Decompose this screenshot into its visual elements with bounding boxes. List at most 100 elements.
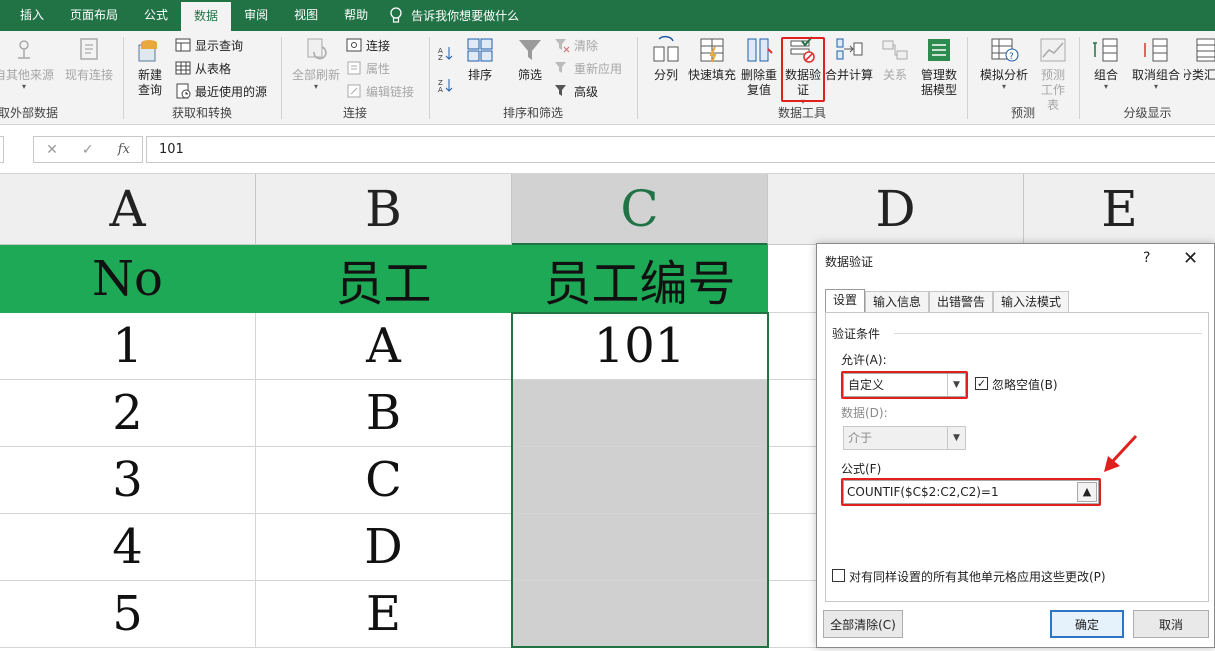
refresh-all-icon <box>307 38 327 60</box>
cell-b6[interactable]: E <box>256 581 512 648</box>
ok-button[interactable]: 确定 <box>1050 610 1124 638</box>
tab-input-message[interactable]: 输入信息 <box>865 291 930 313</box>
tab-settings[interactable]: 设置 <box>825 289 866 313</box>
tab-view[interactable]: 视图 <box>281 0 331 31</box>
data-validation-highlight <box>781 37 825 102</box>
svg-text:A: A <box>438 86 443 93</box>
sort-descending-button[interactable]: ZA <box>438 75 458 95</box>
cell-c6[interactable] <box>512 581 768 648</box>
allow-select-highlight <box>841 371 968 399</box>
text-to-columns-button[interactable]: 分列 <box>646 35 686 83</box>
chevron-down-icon: ▼ <box>947 427 965 449</box>
cancel-icon[interactable]: ✕ <box>46 142 58 158</box>
header-cell-employee[interactable]: 员工 <box>256 245 512 313</box>
apply-all-checkbox[interactable] <box>832 569 845 582</box>
manage-data-model-button[interactable]: 管理数据模型 <box>916 35 962 98</box>
table-icon <box>175 61 191 75</box>
text-to-columns-icon <box>653 35 679 62</box>
close-icon[interactable]: ✕ <box>1183 248 1198 269</box>
header-cell-no[interactable]: No <box>0 245 256 313</box>
show-queries-icon <box>175 38 191 52</box>
help-icon[interactable]: ? <box>1143 250 1150 266</box>
flash-fill-button[interactable]: 快速填充 <box>686 35 738 83</box>
cell-a2[interactable]: 1 <box>0 313 256 380</box>
cell-c5[interactable] <box>512 514 768 581</box>
cell-b4[interactable]: C <box>256 447 512 514</box>
remove-duplicates-icon <box>747 38 773 62</box>
advanced-filter-button[interactable]: 高级 <box>554 81 598 101</box>
cell-b5[interactable]: D <box>256 514 512 581</box>
recent-sources-icon <box>176 83 191 99</box>
section-validation-criteria: 验证条件 <box>832 327 881 341</box>
header-cell-employee-id[interactable]: 员工编号 <box>512 245 768 313</box>
cell-a3[interactable]: 2 <box>0 380 256 447</box>
cell-b2[interactable]: A <box>256 313 512 380</box>
cell-c4[interactable] <box>512 447 768 514</box>
column-header-d[interactable]: D <box>768 174 1024 245</box>
filter-button[interactable]: 筛选 <box>510 35 550 83</box>
group-button[interactable]: 组合 ▾ <box>1086 35 1126 91</box>
remove-duplicates-button[interactable]: 删除重复值 <box>738 35 780 98</box>
cell-a5[interactable]: 4 <box>0 514 256 581</box>
consolidate-button[interactable]: 合并计算 <box>824 35 874 83</box>
column-header-b[interactable]: B <box>256 174 512 245</box>
enter-check-icon[interactable]: ✓ <box>82 142 94 158</box>
filter-funnel-icon <box>519 40 541 60</box>
name-box[interactable] <box>0 136 4 163</box>
consolidate-icon <box>836 38 863 60</box>
forecast-sheet-button[interactable]: 预测工作表 <box>1034 35 1072 113</box>
group-sort-filter: AZ ZA 排序 筛选 清除 重新应用 高级 排序和筛选 <box>430 31 636 125</box>
properties-button[interactable]: 属性 <box>346 58 390 78</box>
other-sources-icon <box>18 40 30 59</box>
relationships-button[interactable]: 关系 <box>874 35 916 83</box>
sort-button[interactable]: 排序 <box>460 35 500 83</box>
ignore-blank-checkbox[interactable]: ✓ <box>975 377 988 390</box>
group-get-external: 自其他来源 ▾ 现有连接 获取外部数据 <box>0 31 122 125</box>
reapply-button[interactable]: 重新应用 <box>554 58 622 78</box>
existing-connections-button[interactable]: 现有连接 <box>60 35 118 83</box>
tab-help[interactable]: 帮助 <box>331 0 381 31</box>
edit-links-button[interactable]: 编辑链接 <box>346 81 414 101</box>
ungroup-button[interactable]: 取消组合 ▾ <box>1128 35 1184 91</box>
what-if-analysis-button[interactable]: ? 模拟分析 ▾ <box>974 35 1034 91</box>
group-outline: 组合 ▾ 取消组合 ▾ 分类汇总 分级显示 <box>1080 31 1215 125</box>
data-select[interactable]: 介于 ▼ <box>843 426 966 450</box>
cancel-button[interactable]: 取消 <box>1133 610 1209 638</box>
column-header-a[interactable]: A <box>0 174 256 245</box>
tell-me-box[interactable]: 告诉我你想要做什么 <box>389 6 519 25</box>
new-query-button[interactable]: 新建 查询 <box>130 35 170 98</box>
advanced-filter-icon <box>555 85 566 96</box>
sort-ascending-button[interactable]: AZ <box>438 43 458 63</box>
apply-all-label: 对有同样设置的所有其他单元格应用这些更改(P) <box>849 570 1106 584</box>
cell-a6[interactable]: 5 <box>0 581 256 648</box>
tab-insert[interactable]: 插入 <box>0 0 57 31</box>
tab-page-layout[interactable]: 页面布局 <box>57 0 131 31</box>
subtotal-button[interactable]: 分类汇总 <box>1184 35 1215 83</box>
group-label-get-external: 获取外部数据 <box>0 106 59 120</box>
insert-function-icon[interactable]: fx <box>118 142 130 157</box>
column-header-c[interactable]: C <box>512 174 768 245</box>
cell-c2[interactable]: 101 <box>512 313 768 380</box>
recent-sources-button[interactable]: 最近使用的源 <box>175 81 267 101</box>
tab-formulas[interactable]: 公式 <box>131 0 181 31</box>
show-queries-button[interactable]: 显示查询 <box>175 35 243 55</box>
existing-connections-icon <box>80 38 98 60</box>
cell-c3[interactable] <box>512 380 768 447</box>
group-label-connections: 连接 <box>342 106 367 120</box>
connections-button[interactable]: 连接 <box>346 35 390 55</box>
refresh-all-button[interactable]: 全部刷新 ▾ <box>290 35 342 91</box>
formula-bar: ✕ ✓ fx 101 <box>0 126 1215 174</box>
clear-all-button[interactable]: 全部清除(C) <box>823 610 903 638</box>
cell-b3[interactable]: B <box>256 380 512 447</box>
tab-error-alert[interactable]: 出错警告 <box>929 291 994 313</box>
from-table-button[interactable]: 从表格 <box>175 58 231 78</box>
from-other-sources-button[interactable]: 自其他来源 ▾ <box>0 35 54 91</box>
formula-input[interactable]: 101 <box>146 136 1215 163</box>
column-header-e[interactable]: E <box>1024 174 1215 245</box>
tab-data[interactable]: 数据 <box>181 2 232 31</box>
cell-a4[interactable]: 3 <box>0 447 256 514</box>
flash-fill-icon <box>700 38 724 63</box>
clear-filter-button[interactable]: 清除 <box>554 35 598 55</box>
tab-ime-mode[interactable]: 输入法模式 <box>993 291 1070 313</box>
tab-review[interactable]: 审阅 <box>231 0 281 31</box>
